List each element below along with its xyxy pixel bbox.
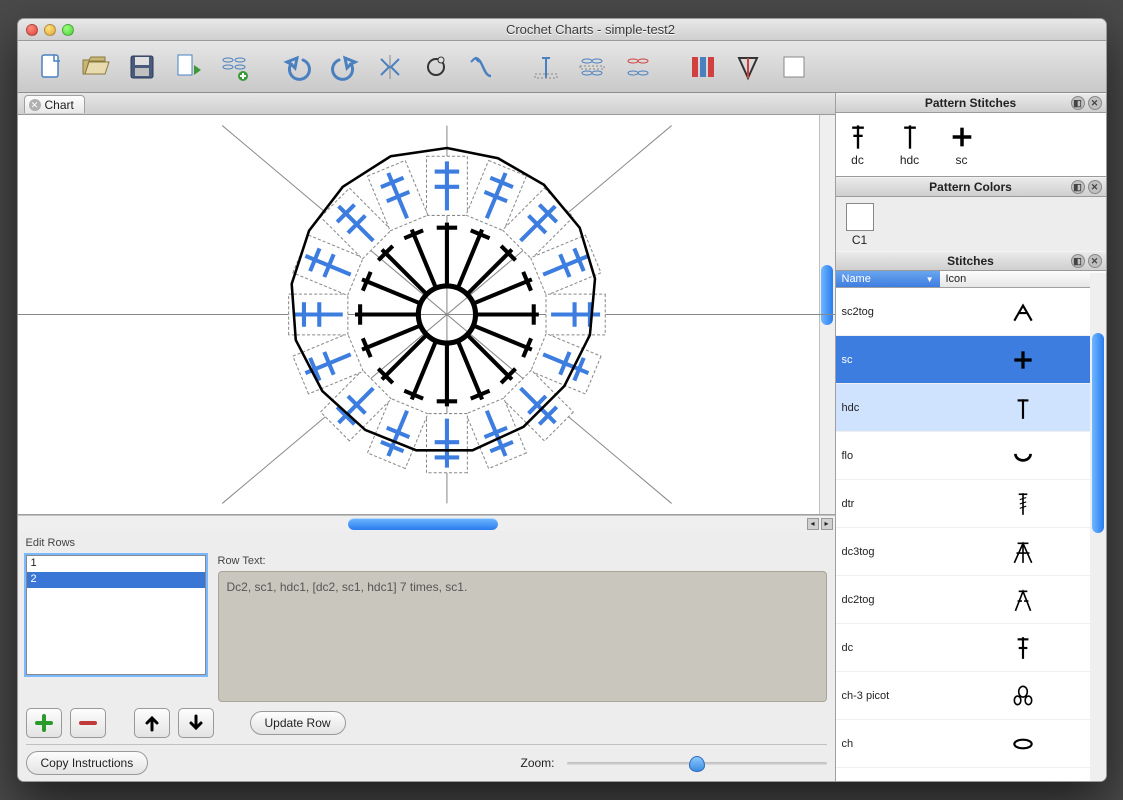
copy-instructions-button[interactable]: Copy Instructions — [26, 751, 149, 775]
move-row-down-button[interactable] — [178, 708, 214, 738]
zoom-window-button[interactable] — [62, 24, 74, 36]
pattern-stitches-header[interactable]: Pattern Stitches ◧✕ — [836, 93, 1106, 113]
titlebar[interactable]: Crochet Charts - simple-test2 — [18, 19, 1106, 41]
row-list[interactable]: 1 2 — [26, 555, 206, 675]
stitch-row-sc2tog[interactable]: sc2tog — [836, 288, 1106, 336]
stitches-columns[interactable]: Name Icon — [836, 271, 1106, 288]
rotate-tool-button[interactable] — [416, 47, 456, 87]
save-file-button[interactable] — [122, 47, 162, 87]
stitch-row-sc[interactable]: sc — [836, 336, 1106, 384]
chart-canvas[interactable] — [18, 115, 835, 515]
tile-button[interactable] — [618, 47, 658, 87]
row-list-item[interactable]: 1 — [27, 556, 205, 572]
undo-button[interactable] — [278, 47, 318, 87]
tab-chart[interactable]: ✕ Chart — [24, 95, 85, 113]
close-tab-icon[interactable]: ✕ — [29, 99, 41, 111]
scroll-left-button[interactable]: ◂ — [807, 518, 819, 530]
grid-add-button[interactable] — [214, 47, 254, 87]
column-name[interactable]: Name — [836, 271, 940, 287]
pattern-stitch-hdc[interactable]: hdc — [896, 123, 924, 167]
stitches-scrollbar[interactable] — [1090, 273, 1106, 781]
pattern-stitch-sc[interactable]: sc — [948, 123, 976, 167]
right-sidebar: Pattern Stitches ◧✕ dc hdc sc Pattern Co… — [836, 93, 1106, 781]
stitches-header[interactable]: Stitches ◧✕ — [836, 251, 1106, 271]
stitch-row-hdc[interactable]: hdc — [836, 384, 1106, 432]
pattern-colors-header[interactable]: Pattern Colors ◧✕ — [836, 177, 1106, 197]
row-text-label: Row Text: — [218, 555, 827, 567]
scale-tool-button[interactable] — [526, 47, 566, 87]
move-row-up-button[interactable] — [134, 708, 170, 738]
stitch-row-flo[interactable]: flo — [836, 432, 1106, 480]
stitch-row-ch[interactable]: ch — [836, 720, 1106, 768]
window-title: Crochet Charts - simple-test2 — [84, 22, 1098, 37]
scroll-nav: ◂ ▸ — [807, 518, 833, 530]
stitch-row-dc2tog[interactable]: dc2tog — [836, 576, 1106, 624]
tab-bar: ✕ Chart — [18, 93, 835, 115]
minimize-window-button[interactable] — [44, 24, 56, 36]
measure-button[interactable] — [728, 47, 768, 87]
mirror-tool-button[interactable] — [370, 47, 410, 87]
stitch-row-dtr[interactable]: dtr — [836, 480, 1106, 528]
remove-row-button[interactable] — [70, 708, 106, 738]
edit-rows-label: Edit Rows — [26, 537, 827, 549]
swatch-button[interactable] — [774, 47, 814, 87]
column-icon[interactable]: Icon — [940, 271, 973, 287]
panel-close-icon[interactable]: ✕ — [1088, 254, 1102, 268]
panel-detach-icon[interactable]: ◧ — [1071, 96, 1085, 110]
toolbar — [18, 41, 1106, 93]
panel-close-icon[interactable]: ✕ — [1088, 180, 1102, 194]
panel-detach-icon[interactable]: ◧ — [1071, 180, 1085, 194]
pattern-colors-body: C1 — [836, 197, 1106, 251]
app-window: Crochet Charts - simple-test2 ✕ Chart — [17, 18, 1107, 782]
stitch-row-ch3picot[interactable]: ch-3 picot — [836, 672, 1106, 720]
scroll-right-button[interactable]: ▸ — [821, 518, 833, 530]
tab-label: Chart — [45, 98, 74, 112]
stitch-row-dc3tog[interactable]: dc3tog — [836, 528, 1106, 576]
pattern-stitches-body: dc hdc sc — [836, 113, 1106, 177]
row-text-area[interactable]: Dc2, sc1, hdc1, [dc2, sc1, hdc1] 7 times… — [218, 571, 827, 702]
panel-detach-icon[interactable]: ◧ — [1071, 254, 1085, 268]
align-grid-button[interactable] — [572, 47, 612, 87]
export-button[interactable] — [168, 47, 208, 87]
new-file-button[interactable] — [30, 47, 70, 87]
edit-rows-panel: Edit Rows 1 2 Row Text: Dc2, sc1, hdc1, … — [18, 531, 835, 781]
redo-button[interactable] — [324, 47, 364, 87]
open-file-button[interactable] — [76, 47, 116, 87]
pattern-stitch-dc[interactable]: dc — [844, 123, 872, 167]
color-swatch-c1[interactable]: C1 — [846, 203, 874, 247]
flip-tool-button[interactable] — [462, 47, 502, 87]
panel-close-icon[interactable]: ✕ — [1088, 96, 1102, 110]
stitches-list: Name Icon sc2tog sc hdc flo dtr dc3tog d… — [836, 271, 1106, 781]
update-row-button[interactable]: Update Row — [250, 711, 346, 735]
add-row-button[interactable] — [26, 708, 62, 738]
zoom-slider[interactable] — [567, 755, 827, 771]
horizontal-scrollbar[interactable]: ◂ ▸ — [18, 515, 835, 531]
close-window-button[interactable] — [26, 24, 38, 36]
zoom-label: Zoom: — [520, 756, 554, 770]
properties-button[interactable] — [682, 47, 722, 87]
stitch-row-dc[interactable]: dc — [836, 624, 1106, 672]
traffic-lights — [26, 24, 74, 36]
row-list-item[interactable]: 2 — [27, 572, 205, 588]
